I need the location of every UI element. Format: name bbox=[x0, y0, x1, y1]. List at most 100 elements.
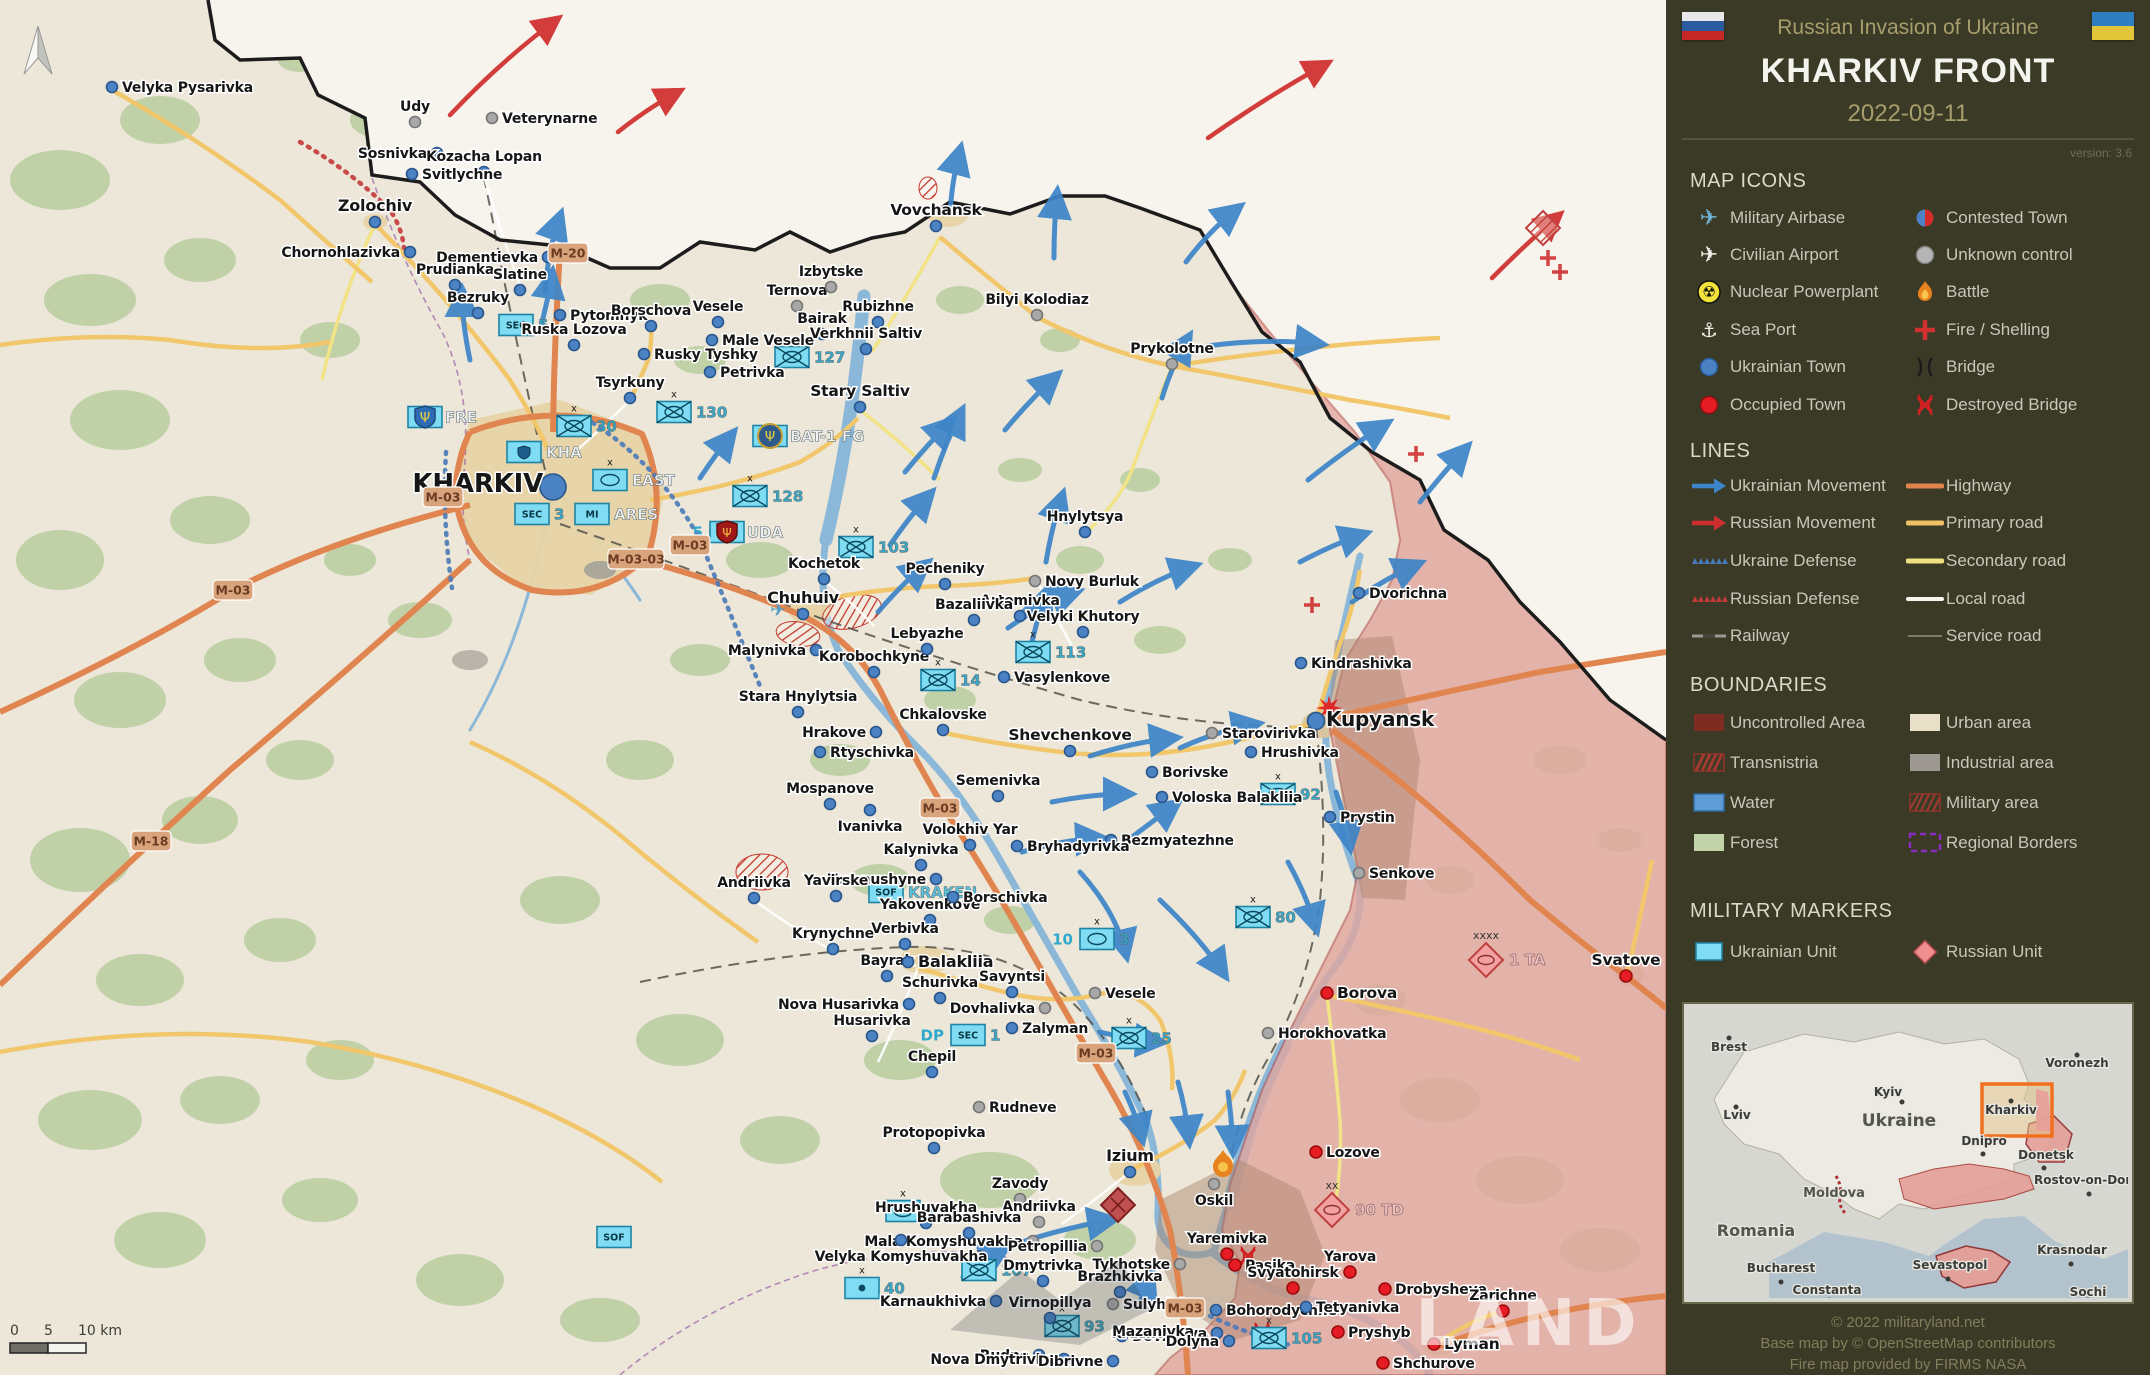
contested-town-icon bbox=[1906, 204, 1944, 232]
town-dot bbox=[1323, 810, 1337, 824]
town-dot bbox=[925, 1065, 939, 1079]
svg-text:Ψ: Ψ bbox=[765, 430, 775, 445]
town-label: Rudneve bbox=[989, 1100, 1056, 1116]
town-label: Ternova bbox=[767, 283, 828, 299]
legend-item-label: Highway bbox=[1946, 475, 2012, 495]
legend-item-label: Ukrainian Movement bbox=[1730, 475, 1886, 495]
svg-text:92: 92 bbox=[1300, 786, 1321, 804]
town-label: Chornohlazivka bbox=[281, 245, 400, 261]
town-dot bbox=[1032, 1215, 1046, 1229]
urban-area-icon bbox=[1906, 709, 1944, 737]
svg-text:3: 3 bbox=[1119, 931, 1129, 949]
primary-road-icon bbox=[1905, 509, 1945, 537]
town-label: Slatine bbox=[493, 267, 547, 283]
town-label: Rubizhne bbox=[842, 299, 914, 315]
town-dot bbox=[790, 299, 804, 313]
town-label: Kupyansk bbox=[1326, 707, 1435, 731]
ukrainian-town-icon bbox=[1690, 353, 1728, 381]
svg-text:FRE: FRE bbox=[445, 409, 477, 427]
town-dot bbox=[1376, 1356, 1390, 1370]
town-label: Verbivka bbox=[871, 921, 939, 937]
svg-text:M-03: M-03 bbox=[1078, 1046, 1113, 1061]
svg-text:x: x bbox=[671, 390, 677, 401]
town-label: Horokhovatka bbox=[1278, 1026, 1386, 1042]
town-dot bbox=[1038, 1001, 1052, 1015]
svg-text:Ψ: Ψ bbox=[420, 411, 430, 426]
svg-text:128: 128 bbox=[772, 488, 803, 506]
svg-text:x: x bbox=[607, 458, 613, 469]
town-label: Husarivka bbox=[833, 1013, 910, 1029]
secondary-road-icon bbox=[1905, 547, 1945, 575]
town-dot bbox=[1228, 1258, 1242, 1272]
town-label: Zolochiv bbox=[338, 196, 413, 215]
version-label: version: 3.6 bbox=[2069, 146, 2132, 160]
town-dot bbox=[1261, 1026, 1275, 1040]
town-label: Borivske bbox=[1162, 765, 1228, 781]
town-dot bbox=[1220, 1247, 1234, 1261]
boundaries-heading: BOUNDARIES bbox=[1690, 674, 1828, 696]
svg-text:x: x bbox=[1126, 1016, 1132, 1027]
svg-text:SOF: SOF bbox=[603, 1233, 624, 1244]
town-label: Pecheniky bbox=[906, 561, 985, 577]
legend-item-label: Russian Movement bbox=[1730, 513, 1876, 533]
svg-text:Donetsk: Donetsk bbox=[2018, 1148, 2075, 1162]
ukr-defense-icon bbox=[1690, 547, 1728, 575]
town-label: Bryhadyrivka bbox=[1027, 839, 1129, 855]
svg-text:xx: xx bbox=[1325, 1179, 1339, 1192]
town-label: Izium bbox=[1106, 1146, 1154, 1165]
rus-movement-icon bbox=[1690, 509, 1728, 537]
town-dot bbox=[711, 315, 725, 329]
town-label: Prykolotne bbox=[1130, 341, 1213, 357]
legend-item-label: Military Airbase bbox=[1730, 207, 1846, 227]
industrial-area-icon bbox=[1906, 749, 1944, 777]
town-label: Velyka Pysarivka bbox=[122, 80, 253, 96]
town-dot bbox=[1331, 1325, 1345, 1339]
railway-icon bbox=[1690, 622, 1728, 650]
town-label: Chkalovske bbox=[899, 707, 986, 723]
svg-text:x: x bbox=[859, 1266, 865, 1277]
town-label: Yarova bbox=[1323, 1249, 1376, 1265]
svg-text:30: 30 bbox=[596, 418, 617, 436]
town-dot bbox=[485, 111, 499, 125]
town-label: Senkove bbox=[1369, 866, 1434, 882]
town-label: Pryshyb bbox=[1348, 1325, 1411, 1341]
svg-text:10 km: 10 km bbox=[78, 1323, 122, 1339]
legend-item-label: Civilian Airport bbox=[1730, 245, 1839, 265]
svg-text:M-03: M-03 bbox=[672, 538, 707, 553]
town-dot bbox=[817, 572, 831, 586]
svg-text:Sevastopol: Sevastopol bbox=[1913, 1258, 1988, 1272]
svg-text:xxxx: xxxx bbox=[1473, 929, 1500, 942]
town-label: Rusky Tyshky bbox=[654, 347, 758, 363]
town-label: Verkhnii Saltiv bbox=[810, 326, 922, 342]
town-label: Andriivka bbox=[717, 875, 790, 891]
town-dot bbox=[1343, 1265, 1357, 1279]
town-dot bbox=[933, 991, 947, 1005]
town-dot bbox=[869, 725, 883, 739]
town-label: Bilyi Kolodiaz bbox=[985, 292, 1088, 308]
legend-panel: Russian Invasion of Ukraine KHARKIV FRON… bbox=[1666, 0, 2150, 1375]
town-dot bbox=[1106, 1354, 1120, 1368]
town-label: Voloska Balakliia bbox=[1172, 790, 1302, 806]
town-label: Dolyna bbox=[1166, 1334, 1219, 1350]
town-label: Kozacha Lopan bbox=[426, 149, 542, 165]
town-dot bbox=[826, 942, 840, 956]
town-dot bbox=[644, 319, 658, 333]
town-dot bbox=[853, 400, 867, 414]
copyright-line: Fire map provided by FIRMS NASA bbox=[1789, 1356, 2027, 1373]
legend-item-label: Railway bbox=[1730, 626, 1790, 646]
town-dot bbox=[405, 167, 419, 181]
svg-text:103: 103 bbox=[878, 539, 909, 557]
svg-text:x: x bbox=[1275, 772, 1281, 783]
town-dot bbox=[705, 333, 719, 347]
town-dot bbox=[1244, 745, 1258, 759]
town-label: Mala Komyshuvakha bbox=[864, 1234, 1023, 1250]
copyright-line: Base map by © OpenStreetMap contributors bbox=[1760, 1335, 2056, 1352]
svg-text:0: 0 bbox=[10, 1323, 19, 1339]
town-label: Velyka Komyshuvakha bbox=[815, 1249, 988, 1265]
svg-text:x: x bbox=[1250, 895, 1256, 906]
svg-text:x: x bbox=[900, 1189, 906, 1200]
service-road-icon bbox=[1906, 622, 1944, 650]
svg-text:Kharkiv: Kharkiv bbox=[1985, 1103, 2037, 1117]
town-label: Nova Dmytrivka bbox=[930, 1352, 1054, 1368]
town-label: Lozove bbox=[1326, 1145, 1380, 1161]
